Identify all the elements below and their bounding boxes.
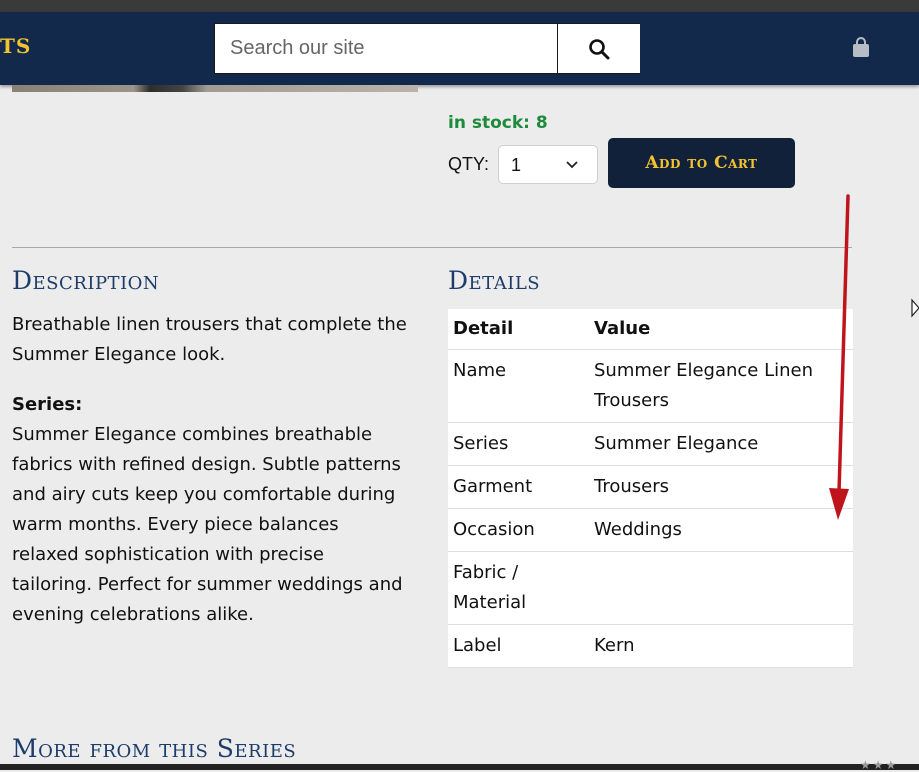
- window-top-strip: [0, 0, 919, 12]
- more-from-series-heading: More from this Series: [12, 734, 297, 763]
- mouse-cursor-icon: [911, 298, 919, 318]
- column-header-value: Value: [589, 309, 853, 350]
- table-row: Garment Trousers: [448, 465, 853, 509]
- quantity-select[interactable]: 1: [498, 145, 598, 184]
- detail-cell: Series: [448, 422, 589, 466]
- search-button[interactable]: [557, 24, 640, 73]
- series-block: Series: Summer Elegance combines breatha…: [12, 390, 407, 630]
- description-heading: Description: [12, 266, 160, 295]
- search-input[interactable]: [215, 24, 557, 73]
- value-cell: [589, 551, 853, 625]
- section-divider: [12, 247, 852, 248]
- detail-cell: Garment: [448, 465, 589, 509]
- detail-cell: Occasion: [448, 508, 589, 552]
- series-label: Series:: [12, 394, 83, 415]
- series-carousel-strip: [0, 764, 919, 770]
- description-text: Breathable linen trousers that complete …: [12, 314, 407, 365]
- add-to-cart-button[interactable]: Add to Cart: [608, 138, 795, 188]
- site-header: TS: [0, 12, 919, 85]
- value-cell: Summer Elegance Linen Trousers: [589, 349, 853, 423]
- search-icon: [589, 38, 610, 59]
- table-row: Occasion Weddings: [448, 508, 853, 552]
- quantity-value: 1: [511, 155, 522, 175]
- chevron-down-icon: [566, 161, 578, 169]
- stock-status: in stock: 8: [448, 113, 548, 133]
- value-cell: Kern: [589, 624, 853, 668]
- search-bar: [214, 23, 640, 74]
- qty-label: QTY:: [448, 154, 490, 174]
- column-header-detail: Detail: [448, 309, 589, 350]
- table-row: Name Summer Elegance Linen Trousers: [448, 349, 853, 423]
- table-row: Label Kern: [448, 624, 853, 668]
- series-text: Summer Elegance combines breathable fabr…: [12, 424, 403, 625]
- detail-cell: Fabric / Material: [448, 551, 589, 625]
- table-row: Fabric / Material: [448, 551, 853, 625]
- value-cell: Summer Elegance: [589, 422, 853, 466]
- value-cell: Weddings: [589, 508, 853, 552]
- details-table: Detail Value Name Summer Elegance Linen …: [448, 309, 853, 668]
- detail-cell: Name: [448, 349, 589, 423]
- brand-logo-text[interactable]: TS: [0, 34, 31, 58]
- product-image: [12, 85, 418, 92]
- shopping-bag-icon[interactable]: [850, 36, 872, 58]
- details-heading: Details: [448, 266, 541, 295]
- table-row: Series Summer Elegance: [448, 422, 853, 466]
- scroll-down-arrow-annotation: [829, 194, 850, 520]
- detail-cell: Label: [448, 624, 589, 668]
- value-cell: Trousers: [589, 465, 853, 509]
- table-header-row: Detail Value: [448, 309, 853, 350]
